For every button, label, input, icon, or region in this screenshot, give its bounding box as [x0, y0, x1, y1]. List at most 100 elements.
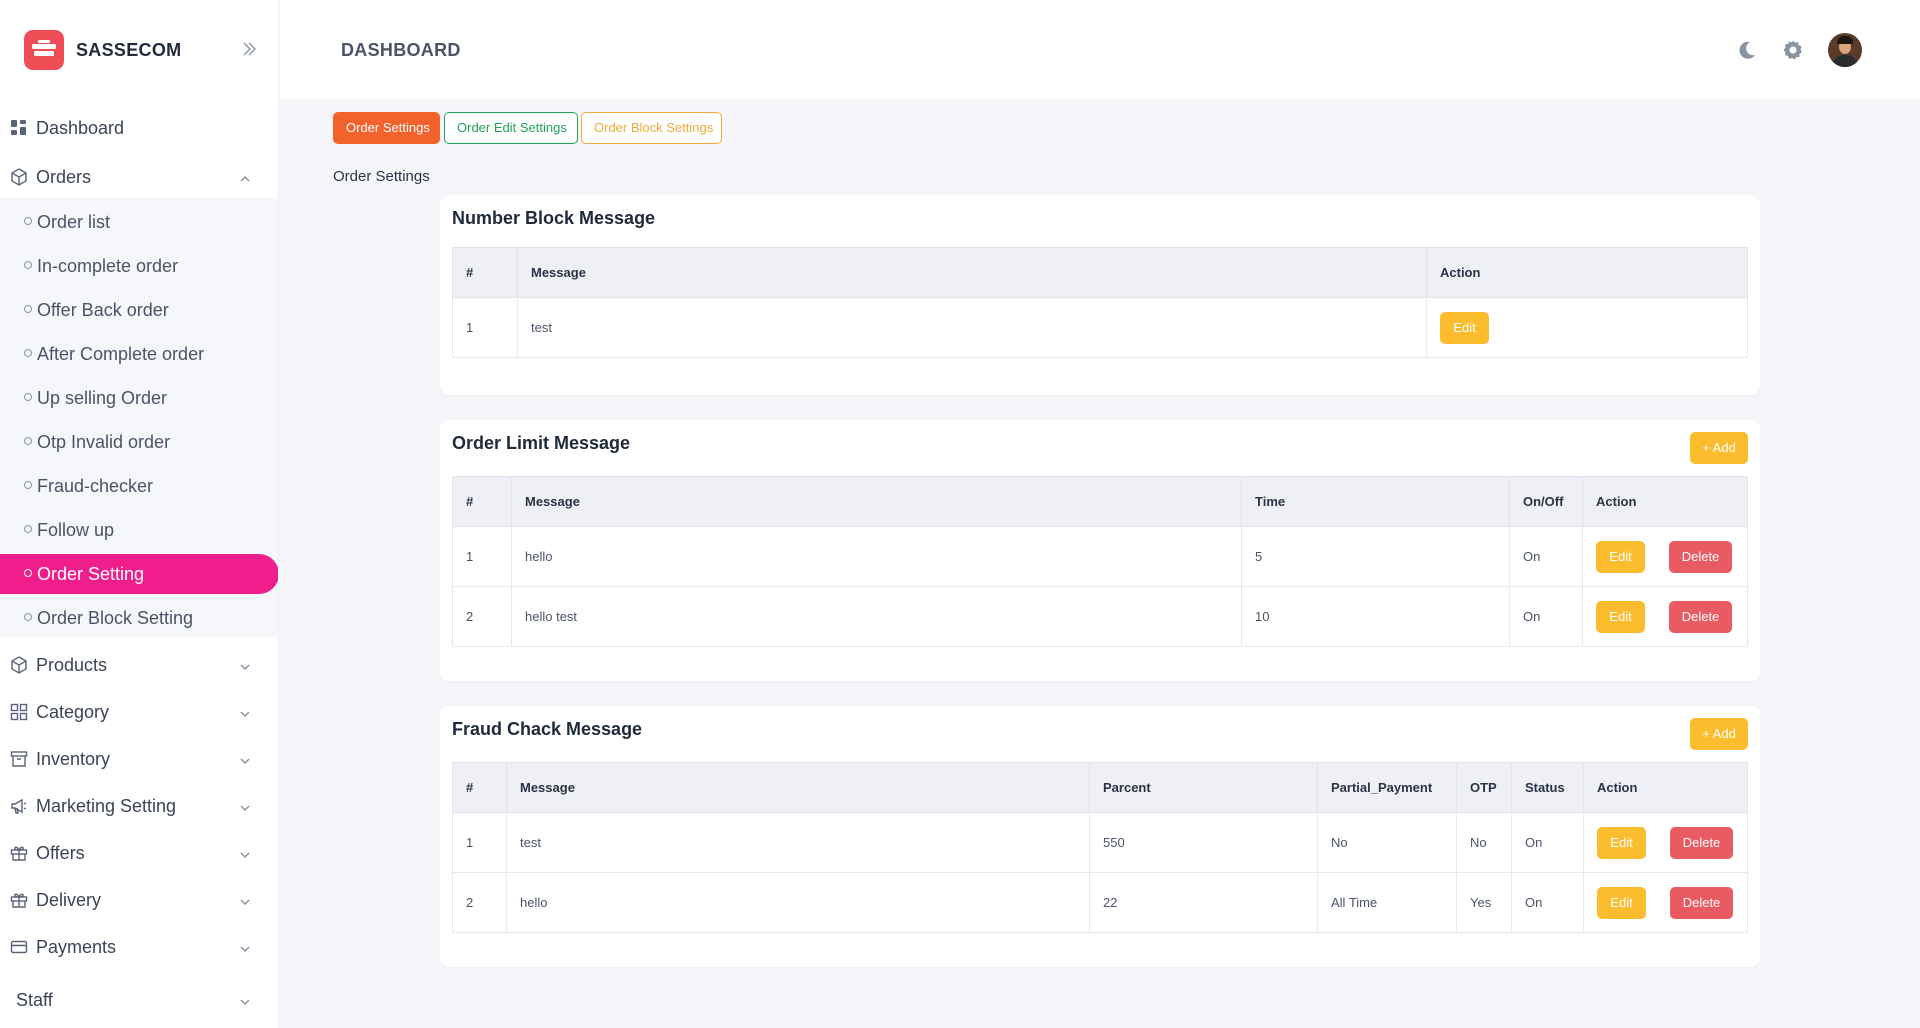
column-header: OTP	[1456, 762, 1512, 813]
sidebar-item-products[interactable]: Products	[0, 645, 278, 685]
cell-action: Edit Delete	[1583, 812, 1748, 873]
page-title: DASHBOARD	[341, 40, 461, 60]
sidebar-subitem-order-list[interactable]: Order list	[0, 202, 278, 242]
number-block-card: Number Block Message # Message Action 1 …	[440, 195, 1760, 395]
sidebar-label: Dashboard	[36, 117, 125, 138]
edit-button[interactable]: Edit	[1597, 886, 1646, 919]
sidebar-subitem-order-block-setting[interactable]: Order Block Setting	[0, 598, 278, 638]
cell-message: hello test	[511, 586, 1242, 647]
card-title: Fraud Chack Message	[452, 719, 643, 739]
cell-time: 10	[1241, 586, 1510, 647]
delete-button[interactable]: Delete	[1669, 600, 1732, 633]
delete-button[interactable]: Delete	[1669, 540, 1732, 573]
sidebar-subitem-offer-back-order[interactable]: Offer Back order	[0, 290, 278, 330]
bullet-icon	[24, 437, 32, 445]
brand-logo-icon	[24, 30, 64, 70]
delete-button[interactable]: Delete	[1670, 886, 1733, 919]
order-limit-table: # Message Time On/Off Action 1 hello 5 O…	[452, 476, 1748, 647]
bullet-icon	[24, 261, 32, 269]
edit-button[interactable]: Edit	[1440, 311, 1489, 344]
cell-no: 1	[452, 297, 518, 358]
dark-mode-moon-icon[interactable]	[1735, 38, 1759, 62]
sidebar-subitem-fraud-checker[interactable]: Fraud-checker	[0, 466, 278, 506]
bullet-icon	[24, 525, 32, 533]
section-label: Order Settings	[333, 168, 430, 185]
sidebar-label: Delivery	[36, 889, 102, 910]
delete-button[interactable]: Delete	[1670, 826, 1733, 859]
bullet-icon	[24, 305, 32, 313]
table-row: 1 hello 5 On Edit Delete	[452, 526, 1748, 587]
column-header: On/Off	[1509, 476, 1583, 527]
card-title: Order Limit Message	[452, 433, 631, 453]
avatar[interactable]	[1828, 33, 1862, 67]
sidebar-sublabel: Offer Back order	[37, 300, 169, 320]
sidebar-label: Staff	[16, 989, 53, 1010]
cell-partial-payment: All Time	[1317, 872, 1457, 933]
cell-otp: No	[1456, 812, 1512, 873]
sidebar-subitem-order-setting[interactable]: Order Setting	[0, 554, 278, 594]
brand[interactable]: SASSECOM	[24, 30, 181, 70]
credit-card-icon	[10, 938, 28, 956]
sidebar-sublabel: Order list	[37, 212, 111, 232]
sidebar-sublabel: In-complete order	[37, 256, 179, 276]
sidebar-item-orders[interactable]: Orders	[0, 157, 278, 197]
bullet-icon	[24, 217, 32, 225]
sidebar-sublabel: Order Setting	[37, 564, 145, 584]
edit-button[interactable]: Edit	[1597, 826, 1646, 859]
sidebar-item-dashboard[interactable]: Dashboard	[0, 108, 278, 148]
sidebar-item-staff[interactable]: Staff	[0, 980, 278, 1020]
sidebar-item-marketing-setting[interactable]: Marketing Setting	[0, 786, 278, 826]
cell-message: hello	[506, 872, 1090, 933]
sidebar-label: Payments	[36, 936, 117, 957]
chevron-down-icon	[238, 940, 252, 954]
sidebar-item-delivery[interactable]: Delivery	[0, 880, 278, 920]
cell-action: Edit	[1426, 297, 1748, 358]
cell-message: hello	[511, 526, 1242, 587]
add-button[interactable]: + Add	[1690, 432, 1748, 464]
chevron-up-icon	[238, 170, 252, 184]
sidebar-item-inventory[interactable]: Inventory	[0, 739, 278, 779]
tab-order-block-settings[interactable]: Order Block Settings	[581, 112, 722, 144]
cell-action: Edit Delete	[1582, 526, 1748, 587]
megaphone-icon	[10, 797, 28, 815]
tab-order-edit-settings[interactable]: Order Edit Settings	[444, 112, 578, 144]
sidebar-sublabel: Fraud-checker	[37, 476, 154, 496]
cell-onoff: On	[1509, 526, 1583, 587]
sidebar-sublabel: Follow up	[37, 520, 115, 540]
cell-status: On	[1511, 812, 1584, 873]
sidebar-subitem-after-complete-order[interactable]: After Complete order	[0, 334, 278, 374]
sidebar-subitem-incomplete-order[interactable]: In-complete order	[0, 246, 278, 286]
sidebar-label: Orders	[36, 166, 92, 187]
cell-no: 1	[452, 526, 512, 587]
collapse-sidebar-icon[interactable]	[240, 40, 260, 60]
sidebar-subitem-follow-up[interactable]: Follow up	[0, 510, 278, 550]
column-header: Message	[506, 762, 1090, 813]
dashboard-icon	[10, 119, 28, 137]
table-header-row: # Message Action	[452, 247, 1748, 298]
sidebar-item-payments[interactable]: Payments	[0, 927, 278, 967]
bullet-icon	[24, 481, 32, 489]
sidebar-subitem-otp-invalid-order[interactable]: Otp Invalid order	[0, 422, 278, 462]
box-icon	[10, 168, 28, 186]
sidebar-subitem-up-selling-order[interactable]: Up selling Order	[0, 378, 278, 418]
tab-order-settings[interactable]: Order Settings	[333, 112, 440, 144]
add-button[interactable]: + Add	[1690, 718, 1748, 750]
gear-icon[interactable]	[1781, 38, 1805, 62]
cell-message: test	[506, 812, 1090, 873]
number-block-table: # Message Action 1 test Edit	[452, 247, 1748, 358]
edit-button[interactable]: Edit	[1596, 600, 1645, 633]
sidebar-item-category[interactable]: Category	[0, 692, 278, 732]
table-header-row: # Message Parcent Partial_Payment OTP St…	[452, 762, 1748, 813]
sidebar-label: Products	[36, 654, 108, 675]
column-header: #	[452, 476, 512, 527]
sidebar-sublabel: After Complete order	[37, 344, 205, 364]
table-row: 1 test Edit	[452, 297, 1748, 358]
order-limit-card: Order Limit Message + Add # Message Time…	[440, 420, 1760, 681]
chevron-down-icon	[238, 993, 252, 1007]
archive-icon	[10, 750, 28, 768]
edit-button[interactable]: Edit	[1596, 540, 1645, 573]
column-header: #	[452, 762, 507, 813]
sidebar-item-offers[interactable]: Offers	[0, 833, 278, 873]
sidebar-sublabel: Otp Invalid order	[37, 432, 171, 452]
sidebar-sublabel: Up selling Order	[37, 388, 168, 408]
